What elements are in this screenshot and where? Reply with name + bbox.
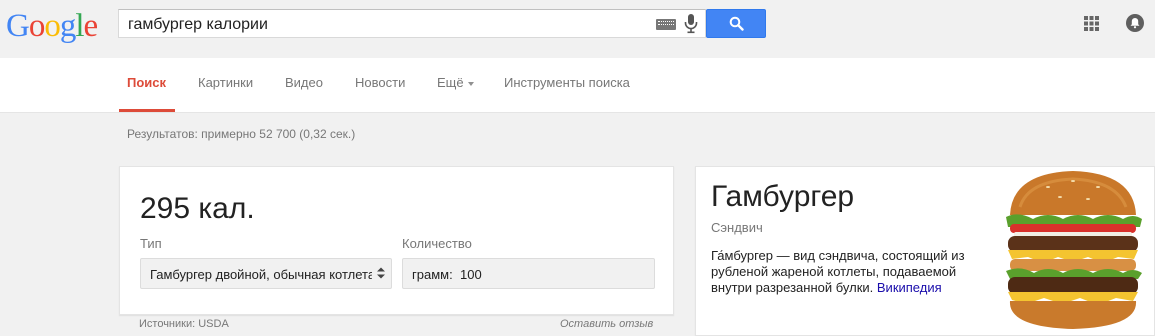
- hamburger-image[interactable]: [998, 167, 1148, 332]
- kp-description: Га́мбургер — вид сэндвича, состоящий из …: [711, 248, 981, 296]
- microphone-icon[interactable]: [684, 14, 698, 34]
- logo-letter: G: [6, 8, 30, 44]
- calories-card: 295 кал. Тип Количество Гамбургер двойно…: [119, 166, 674, 315]
- search-query-text: гамбургер калории: [128, 16, 268, 33]
- logo-letter: o: [44, 8, 60, 44]
- result-stats: Результатов: примерно 52 700 (0,32 сек.): [127, 127, 356, 141]
- tab-search-tools[interactable]: Инструменты поиска: [504, 75, 630, 90]
- logo-letter: o: [28, 8, 45, 44]
- chevron-down-icon: [467, 81, 474, 86]
- logo-letter: l: [75, 8, 84, 44]
- apps-grid-icon[interactable]: [1084, 16, 1099, 31]
- logo-letter: e: [83, 8, 99, 44]
- search-input[interactable]: гамбургер калории: [118, 9, 706, 38]
- search-button[interactable]: [706, 9, 766, 38]
- select-arrows-icon: [377, 266, 385, 280]
- calories-value: 295 кал.: [140, 192, 255, 225]
- tab-more-label: Ещё: [437, 75, 464, 90]
- tab-more[interactable]: Ещё: [437, 75, 474, 90]
- tab-video[interactable]: Видео: [285, 75, 323, 90]
- google-logo[interactable]: Google: [6, 8, 99, 44]
- logo-letter: g: [59, 8, 76, 44]
- feedback-link[interactable]: Оставить отзыв: [560, 318, 653, 330]
- tab-search[interactable]: Поиск: [127, 75, 166, 90]
- tab-news[interactable]: Новости: [355, 75, 405, 90]
- wikipedia-link[interactable]: Википедия: [877, 280, 942, 295]
- search-icon: [729, 16, 744, 31]
- food-type-select[interactable]: Гамбургер двойной, обычная котлета: [140, 258, 392, 289]
- quantity-field[interactable]: грамм: 100: [402, 258, 655, 289]
- quantity-label: Количество: [402, 236, 472, 251]
- food-type-value: Гамбургер двойной, обычная котлета: [150, 267, 372, 282]
- knowledge-panel: Гамбургер Сэндвич Га́мбургер — вид сэндв…: [695, 166, 1155, 336]
- keyboard-icon[interactable]: [656, 19, 676, 30]
- quantity-value: 100: [460, 267, 482, 282]
- type-label: Тип: [140, 236, 162, 251]
- tab-images[interactable]: Картинки: [198, 75, 253, 90]
- kp-subtitle: Сэндвич: [711, 220, 763, 235]
- source-text: Источники: USDA: [139, 318, 229, 330]
- quantity-unit: грамм:: [412, 267, 453, 282]
- active-tab-indicator: [119, 109, 175, 112]
- search-nav: Поиск Картинки Видео Новости Ещё Инструм…: [0, 58, 1155, 113]
- kp-title: Гамбургер: [711, 180, 855, 213]
- header: Google гамбургер калории: [0, 0, 1155, 58]
- bell-icon[interactable]: [1126, 14, 1144, 32]
